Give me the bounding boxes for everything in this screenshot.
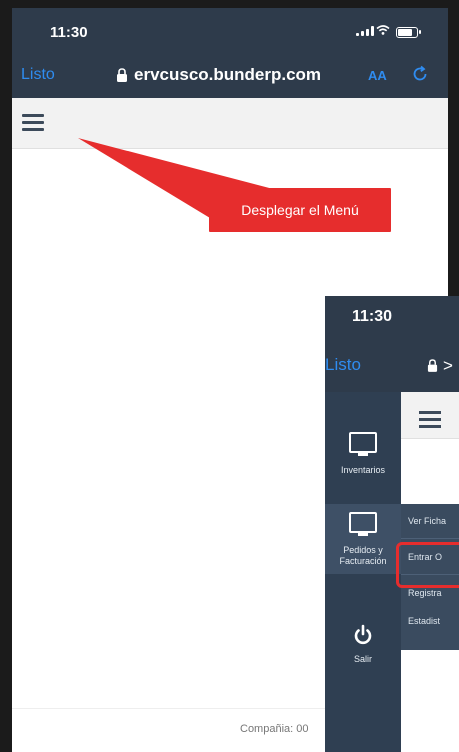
sidebar-item-label: Salir: [353, 654, 372, 664]
text-size-button[interactable]: AA: [368, 68, 387, 83]
sidebar-item-label: Pedidos y Facturación: [339, 545, 387, 566]
done-button[interactable]: Listo: [325, 355, 361, 375]
reload-icon[interactable]: [410, 64, 430, 84]
url-text[interactable]: >: [443, 356, 453, 376]
app-top-bar: [401, 392, 459, 439]
browser-address-bar: Listo ervcusco.bunderp.com AA: [12, 52, 448, 98]
phone-screen-inset: 11:30 Listo > Inventarios Pedidos y Fact…: [325, 296, 459, 752]
divider: [401, 538, 459, 539]
lock-icon: [117, 68, 127, 82]
submenu-item-ver-ficha[interactable]: Ver Ficha: [401, 506, 459, 536]
company-text: Compañia: 00: [240, 723, 309, 735]
lock-icon: [427, 359, 438, 372]
battery-icon: [396, 27, 418, 38]
url-text[interactable]: ervcusco.bunderp.com: [134, 65, 321, 85]
app-top-bar: [12, 98, 448, 149]
sidebar-item-label: Inventarios: [340, 465, 386, 475]
wifi-icon: [376, 25, 390, 35]
menu-hamburger-icon[interactable]: [419, 411, 441, 428]
status-time: 11:30: [50, 24, 88, 41]
monitor-icon: [349, 432, 377, 456]
sidebar: Inventarios Pedidos y Facturación Salir: [325, 392, 401, 752]
status-bar: 11:30: [12, 8, 448, 52]
power-icon: [354, 624, 372, 645]
monitor-icon: [349, 512, 377, 536]
status-time: 11:30: [352, 308, 393, 325]
battery-tip: [419, 30, 421, 34]
submenu-item-estadisticas[interactable]: Estadist: [401, 606, 459, 636]
menu-hamburger-icon[interactable]: [22, 114, 44, 131]
highlight-box: [396, 542, 459, 588]
sidebar-item-pedidos[interactable]: Pedidos y Facturación: [325, 504, 401, 574]
sidebar-item-inventarios[interactable]: Inventarios: [325, 432, 401, 492]
callout-label: Desplegar el Menú: [209, 188, 391, 232]
signal-icon: [356, 26, 374, 36]
done-button[interactable]: Listo: [21, 66, 55, 84]
sidebar-item-salir[interactable]: Salir: [325, 624, 401, 684]
